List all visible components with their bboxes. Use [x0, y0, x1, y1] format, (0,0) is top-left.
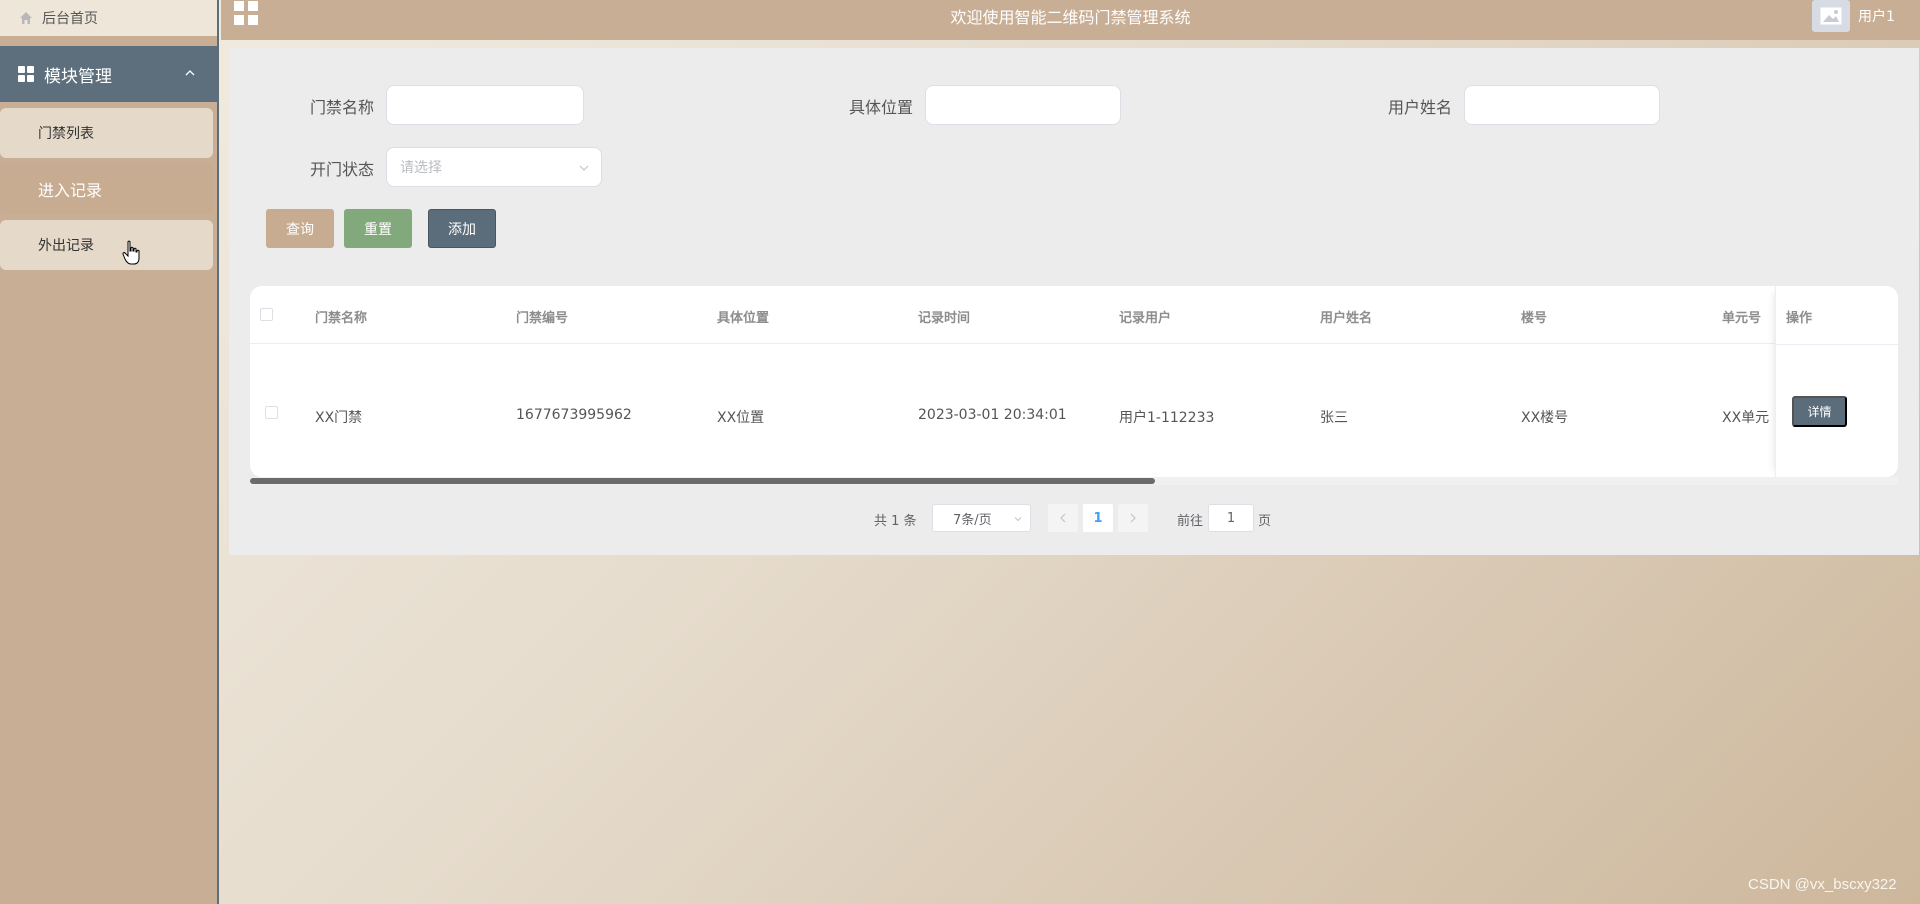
goto-page-input[interactable]: 1 — [1208, 504, 1254, 532]
chevron-right-icon — [1130, 513, 1136, 523]
cell-building: XX楼号 — [1521, 410, 1569, 426]
col-unit[interactable]: 单元号 — [1722, 307, 1761, 326]
sidebar: 后台首页 模块管理 门禁列表 进入记录 外出记录 — [0, 0, 219, 904]
sidebar-home-label: 后台首页 — [42, 11, 98, 27]
cell-location: XX位置 — [717, 410, 765, 426]
main-panel: 门禁名称 具体位置 用户姓名 开门状态 请选择 查询 重置 添加 门禁名称 门禁… — [229, 48, 1919, 555]
reset-button[interactable]: 重置 — [344, 209, 412, 248]
chevron-down-icon — [579, 165, 589, 171]
cell-unit: XX单元 — [1722, 410, 1770, 426]
actions-column: 操作 详情 — [1775, 286, 1898, 477]
user-name-input[interactable] — [1464, 85, 1660, 125]
detail-button[interactable]: 详情 — [1792, 396, 1847, 427]
col-building[interactable]: 楼号 — [1521, 307, 1547, 326]
scrollbar-thumb[interactable] — [250, 478, 1155, 484]
location-label: 具体位置 — [848, 98, 913, 117]
cell-record-user: 用户1-112233 — [1119, 410, 1215, 426]
page-size-select[interactable]: 7条/页 — [932, 504, 1031, 532]
location-input[interactable] — [925, 85, 1121, 125]
sidebar-item-home[interactable]: 后台首页 — [0, 0, 217, 36]
col-record-user[interactable]: 记录用户 — [1119, 307, 1171, 326]
sidebar-item-label: 门禁列表 — [38, 126, 94, 142]
records-table: 门禁名称 门禁编号 具体位置 记录时间 记录用户 用户姓名 楼号 单元号 XX门… — [250, 286, 1898, 477]
avatar[interactable] — [1812, 0, 1850, 32]
top-bar: 欢迎使用智能二维码门禁管理系统 用户1 — [221, 0, 1920, 40]
user-name-label: 用户姓名 — [1387, 98, 1452, 117]
sidebar-item-exit-records[interactable]: 外出记录 — [0, 220, 213, 270]
chevron-left-icon — [1060, 513, 1066, 523]
row-checkbox[interactable] — [265, 406, 278, 419]
chevron-down-icon — [1014, 517, 1022, 522]
page-number-button[interactable]: 1 — [1083, 504, 1113, 532]
sidebar-module-toggle[interactable]: 模块管理 — [0, 46, 217, 102]
col-door-number[interactable]: 门禁编号 — [516, 307, 568, 326]
col-user-name[interactable]: 用户姓名 — [1320, 307, 1372, 326]
col-location[interactable]: 具体位置 — [717, 307, 769, 326]
col-door-name[interactable]: 门禁名称 — [315, 307, 367, 326]
grid-icon — [18, 66, 34, 82]
door-status-placeholder: 请选择 — [400, 160, 442, 176]
cell-user-name: 张三 — [1320, 410, 1348, 426]
goto-label: 前往 — [1177, 514, 1204, 529]
door-status-select[interactable]: 请选择 — [386, 147, 602, 187]
door-name-input[interactable] — [386, 85, 584, 125]
page-unit-label: 页 — [1258, 514, 1272, 529]
col-record-time[interactable]: 记录时间 — [918, 307, 970, 326]
sidebar-item-label: 进入记录 — [38, 181, 103, 200]
chevron-up-icon — [185, 70, 195, 76]
door-name-label: 门禁名称 — [309, 98, 374, 117]
user-name[interactable]: 用户1 — [1858, 6, 1895, 26]
pagination-total: 共 1 条 — [874, 514, 917, 529]
sidebar-item-label: 外出记录 — [38, 238, 94, 254]
next-page-button[interactable] — [1118, 504, 1148, 532]
sidebar-item-door-list[interactable]: 门禁列表 — [0, 108, 213, 158]
page-title: 欢迎使用智能二维码门禁管理系统 — [950, 8, 1191, 27]
sidebar-module-label: 模块管理 — [44, 66, 112, 87]
image-icon — [1820, 7, 1842, 25]
sidebar-item-entry-records[interactable]: 进入记录 — [0, 164, 213, 214]
select-all-checkbox[interactable] — [260, 308, 273, 321]
table-header: 门禁名称 门禁编号 具体位置 记录时间 记录用户 用户姓名 楼号 单元号 — [250, 286, 1898, 344]
col-actions: 操作 — [1786, 311, 1813, 326]
watermark: CSDN @vx_bscxy322 — [1748, 876, 1897, 893]
query-button[interactable]: 查询 — [266, 209, 334, 248]
page-size-value: 7条/页 — [953, 512, 992, 528]
add-button[interactable]: 添加 — [428, 209, 496, 248]
cell-record-time: 2023-03-01 20:34:01 — [918, 407, 1067, 423]
cell-door-number: 1677673995962 — [516, 407, 632, 423]
door-status-label: 开门状态 — [309, 160, 374, 179]
cell-door-name: XX门禁 — [315, 410, 363, 426]
hand-pointer-icon — [122, 240, 140, 265]
divider — [1776, 344, 1898, 345]
horizontal-scrollbar[interactable] — [250, 477, 1898, 485]
prev-page-button[interactable] — [1048, 504, 1078, 532]
home-icon — [20, 12, 32, 24]
